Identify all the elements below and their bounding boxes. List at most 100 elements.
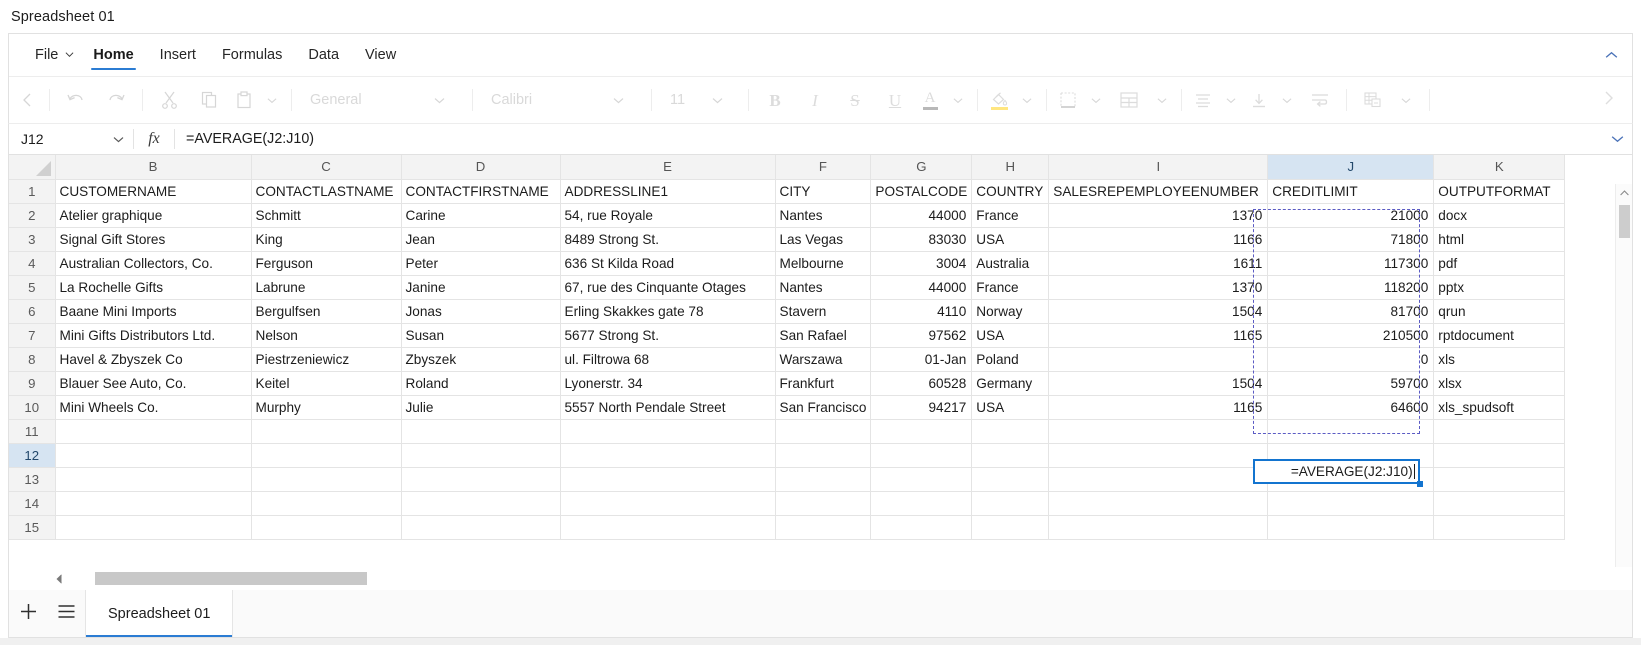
- cell-C6[interactable]: Bergulfsen: [251, 299, 402, 324]
- cell-B7[interactable]: Mini Gifts Distributors Ltd.: [55, 323, 252, 348]
- merge-cells-icon[interactable]: [1109, 83, 1149, 117]
- cell-E15[interactable]: [560, 515, 776, 540]
- cell-C10[interactable]: Murphy: [251, 395, 402, 420]
- vertical-align-icon[interactable]: [1244, 83, 1274, 117]
- cell-I1[interactable]: SALESREPEMPLOYEENUMBER: [1048, 179, 1269, 204]
- chevron-down-icon[interactable]: [1083, 83, 1109, 117]
- row-header-11[interactable]: 11: [9, 419, 56, 444]
- cell-H9[interactable]: Germany: [971, 371, 1050, 396]
- cell-E12[interactable]: [560, 443, 776, 468]
- cell-E3[interactable]: 8489 Strong St.: [560, 227, 776, 252]
- cells-icon[interactable]: [1353, 83, 1393, 117]
- cell-I12[interactable]: [1048, 443, 1269, 468]
- cell-K2[interactable]: docx: [1433, 203, 1566, 228]
- cells-split-button[interactable]: [1353, 83, 1419, 117]
- cell-K5[interactable]: pptx: [1433, 275, 1566, 300]
- cell-B5[interactable]: La Rochelle Gifts: [55, 275, 252, 300]
- chevron-down-icon[interactable]: [103, 136, 133, 143]
- cell-E4[interactable]: 636 St Kilda Road: [560, 251, 776, 276]
- cell-G15[interactable]: [870, 515, 973, 540]
- cell-B9[interactable]: Blauer See Auto, Co.: [55, 371, 252, 396]
- cell-E6[interactable]: Erling Skakkes gate 78: [560, 299, 776, 324]
- cell-I5[interactable]: 1370: [1048, 275, 1269, 300]
- cell-E7[interactable]: 5677 Strong St.: [560, 323, 776, 348]
- column-header-c[interactable]: C: [251, 155, 402, 180]
- align-icon[interactable]: [1188, 83, 1218, 117]
- cell-C13[interactable]: [251, 467, 402, 492]
- row-header-15[interactable]: 15: [9, 515, 56, 540]
- cell-I9[interactable]: 1504: [1048, 371, 1269, 396]
- cell-H10[interactable]: USA: [971, 395, 1050, 420]
- cell-D15[interactable]: [401, 515, 561, 540]
- cell-F1[interactable]: CITY: [775, 179, 872, 204]
- cell-H5[interactable]: France: [971, 275, 1050, 300]
- tab-insert[interactable]: Insert: [147, 34, 209, 76]
- cell-D4[interactable]: Peter: [401, 251, 561, 276]
- font-family-select[interactable]: Calibri: [479, 85, 645, 115]
- chevron-down-icon[interactable]: [259, 83, 285, 117]
- copy-icon[interactable]: [189, 83, 229, 117]
- cell-H6[interactable]: Norway: [971, 299, 1050, 324]
- cell-E11[interactable]: [560, 419, 776, 444]
- row-header-4[interactable]: 4: [9, 251, 56, 276]
- italic-button[interactable]: I: [795, 83, 835, 117]
- cell-D12[interactable]: [401, 443, 561, 468]
- cell-F12[interactable]: [775, 443, 872, 468]
- cell-C12[interactable]: [251, 443, 402, 468]
- cell-G8[interactable]: 01-Jan: [870, 347, 973, 372]
- sheet-tab-spreadsheet-01[interactable]: Spreadsheet 01: [85, 590, 234, 637]
- cell-C1[interactable]: CONTACTLASTNAME: [251, 179, 402, 204]
- cell-D3[interactable]: Jean: [401, 227, 561, 252]
- row-header-7[interactable]: 7: [9, 323, 56, 348]
- cell-E14[interactable]: [560, 491, 776, 516]
- cell-G1[interactable]: POSTALCODE: [870, 179, 973, 204]
- row-header-2[interactable]: 2: [9, 203, 56, 228]
- cell-K9[interactable]: xlsx: [1433, 371, 1566, 396]
- cell-D8[interactable]: Zbyszek: [401, 347, 561, 372]
- cell-E2[interactable]: 54, rue Royale: [560, 203, 776, 228]
- column-header-k[interactable]: K: [1433, 155, 1566, 180]
- chevron-down-icon[interactable]: [1218, 83, 1244, 117]
- cell-I4[interactable]: 1611: [1048, 251, 1269, 276]
- cell-G13[interactable]: [870, 467, 973, 492]
- name-box[interactable]: J12: [9, 124, 133, 154]
- cell-B1[interactable]: CUSTOMERNAME: [55, 179, 252, 204]
- cell-I15[interactable]: [1048, 515, 1269, 540]
- cell-D11[interactable]: [401, 419, 561, 444]
- cell-F10[interactable]: San Francisco: [775, 395, 872, 420]
- cell-J7[interactable]: 210500: [1267, 323, 1435, 348]
- chevron-down-icon[interactable]: [1014, 83, 1040, 117]
- horizontal-scroll-thumb[interactable]: [95, 572, 367, 585]
- cell-K10[interactable]: xls_spudsoft: [1433, 395, 1566, 420]
- cell-H8[interactable]: Poland: [971, 347, 1050, 372]
- cell-G2[interactable]: 44000: [870, 203, 973, 228]
- paste-split-button[interactable]: [229, 83, 285, 117]
- cell-J4[interactable]: 117300: [1267, 251, 1435, 276]
- horizontal-scroll-track[interactable]: [95, 572, 1614, 585]
- tab-formulas[interactable]: Formulas: [209, 34, 295, 76]
- chevron-down-icon[interactable]: [1393, 83, 1419, 117]
- strikethrough-button[interactable]: S: [835, 83, 875, 117]
- column-header-g[interactable]: G: [870, 155, 973, 180]
- underline-button[interactable]: U: [875, 83, 915, 117]
- borders-icon[interactable]: [1053, 83, 1083, 117]
- cell-K14[interactable]: [1433, 491, 1566, 516]
- cell-I11[interactable]: [1048, 419, 1269, 444]
- cell-C7[interactable]: Nelson: [251, 323, 402, 348]
- cell-H12[interactable]: [971, 443, 1050, 468]
- row-header-9[interactable]: 9: [9, 371, 56, 396]
- cell-E8[interactable]: ul. Filtrowa 68: [560, 347, 776, 372]
- cell-I8[interactable]: [1048, 347, 1269, 372]
- scroll-up-icon[interactable]: [1616, 184, 1632, 201]
- borders-split-button[interactable]: [1053, 83, 1109, 117]
- cell-I10[interactable]: 1165: [1048, 395, 1269, 420]
- cell-D10[interactable]: Julie: [401, 395, 561, 420]
- cell-B13[interactable]: [55, 467, 252, 492]
- cell-J15[interactable]: [1267, 515, 1435, 540]
- cell-H7[interactable]: USA: [971, 323, 1050, 348]
- cell-I14[interactable]: [1048, 491, 1269, 516]
- paste-icon[interactable]: [229, 83, 259, 117]
- cell-B15[interactable]: [55, 515, 252, 540]
- row-header-13[interactable]: 13: [9, 467, 56, 492]
- align-split-button[interactable]: [1188, 83, 1244, 117]
